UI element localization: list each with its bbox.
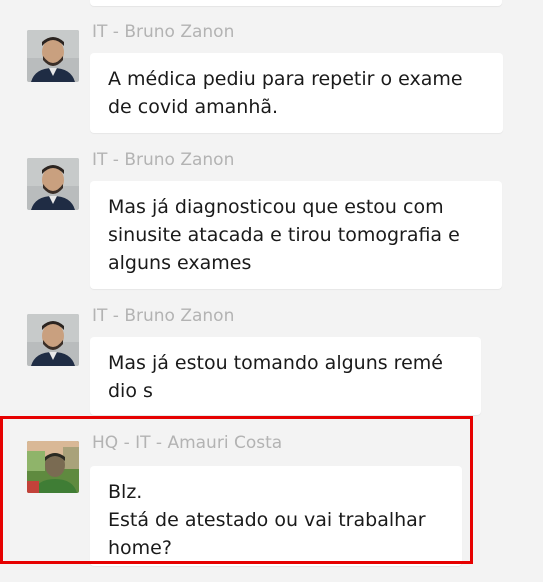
message-bubble[interactable]: Mas já estou tomando alguns remé dio s (90, 337, 481, 415)
message-bubble[interactable]: Mas já diagnosticou que estou com sinusi… (90, 181, 502, 289)
message-bubble[interactable]: Blz. Está de atestado ou vai trabalhar h… (90, 466, 462, 566)
avatar[interactable] (27, 314, 79, 366)
sender-name: IT - Bruno Zanon (92, 306, 235, 326)
avatar[interactable] (27, 158, 79, 210)
avatar[interactable] (27, 30, 79, 82)
avatar[interactable] (27, 441, 79, 493)
sender-name: IT - Bruno Zanon (92, 22, 235, 42)
sender-name: IT - Bruno Zanon (92, 150, 235, 170)
message-bubble[interactable]: A médica pediu para repetir o exame de c… (90, 53, 503, 133)
sender-name: HQ - IT - Amauri Costa (92, 433, 283, 453)
previous-message-bubble (90, 0, 502, 6)
